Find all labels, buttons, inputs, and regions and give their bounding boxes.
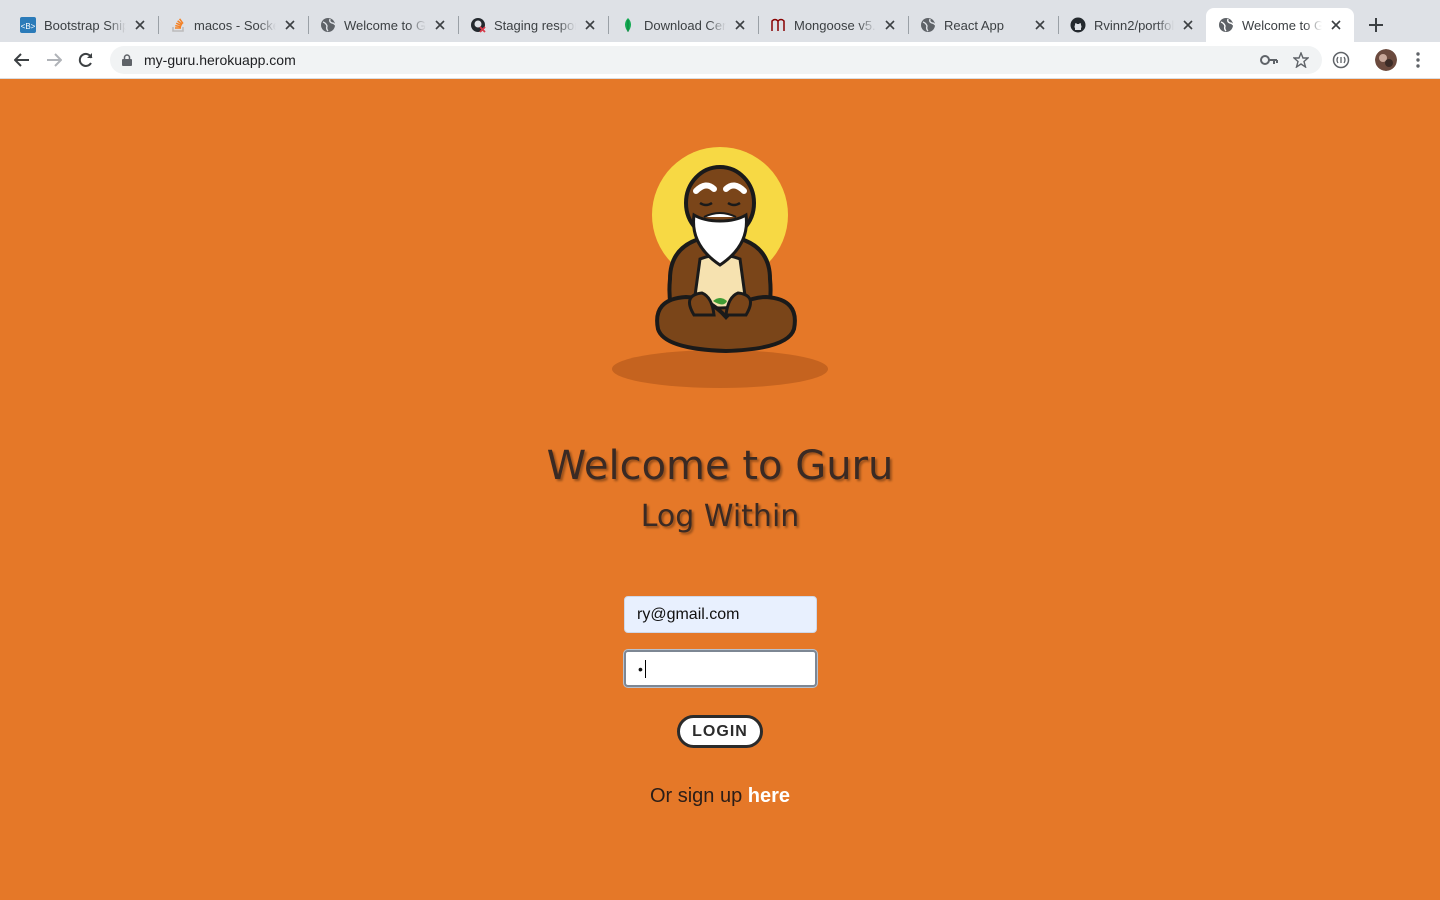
close-icon[interactable]	[882, 17, 898, 33]
signup-prefix: Or sign up	[649, 785, 748, 807]
tab-title: Download Center	[644, 17, 726, 33]
back-button[interactable]	[10, 48, 34, 72]
browser-toolbar: my-guru.herokuapp.com	[0, 42, 1440, 79]
tab-title: Mongoose v5.7	[794, 17, 876, 33]
extension-icon[interactable]	[1329, 48, 1353, 72]
mongoose-icon	[770, 17, 786, 33]
lock-icon	[120, 53, 134, 67]
tab-rvinn2-portfolio[interactable]: Rvinn2/portfolio	[1058, 8, 1206, 42]
reload-icon	[78, 52, 93, 67]
forward-button[interactable]	[42, 48, 66, 72]
email-field[interactable]: ry@gmail.com	[624, 596, 817, 633]
svg-text:<B>: <B>	[21, 22, 36, 31]
tab-title: Staging response	[494, 17, 576, 33]
bootstrap-icon: <B>	[20, 17, 36, 33]
tab-welcome-to-guru-active[interactable]: Welcome to Guru	[1206, 8, 1354, 42]
page-title: Welcome to Guru	[546, 443, 894, 489]
close-icon[interactable]	[132, 17, 148, 33]
github-error-icon	[470, 17, 486, 33]
page-content: Welcome to Guru Log Within ry@gmail.com …	[0, 79, 1440, 900]
address-bar[interactable]: my-guru.herokuapp.com	[110, 46, 1322, 74]
guru-logo	[600, 139, 840, 399]
page-subtitle: Log Within	[640, 499, 800, 534]
key-icon[interactable]	[1257, 48, 1281, 72]
tab-download-center[interactable]: Download Center	[608, 8, 758, 42]
close-icon[interactable]	[732, 17, 748, 33]
tab-bootstrap-snippets[interactable]: <B> Bootstrap Snippets	[8, 8, 158, 42]
menu-kebab-icon[interactable]	[1406, 48, 1430, 72]
tab-title: Welcome to Guru	[1242, 17, 1322, 33]
password-field[interactable]: •	[624, 650, 817, 687]
forward-arrow-icon	[47, 53, 62, 67]
close-icon[interactable]	[432, 17, 448, 33]
github-icon	[1070, 17, 1086, 33]
close-icon[interactable]	[1032, 17, 1048, 33]
profile-avatar[interactable]	[1375, 49, 1397, 71]
password-mask: •	[638, 660, 643, 677]
tab-title: Rvinn2/portfolio	[1094, 17, 1174, 33]
tab-strip: <B> Bootstrap Snippets macos - Socket We…	[0, 0, 1440, 42]
signup-link[interactable]: here	[748, 785, 790, 807]
new-tab-button[interactable]	[1364, 13, 1388, 37]
globe-icon	[320, 17, 336, 33]
reload-button[interactable]	[74, 48, 98, 72]
close-icon[interactable]	[582, 17, 598, 33]
tab-staging-response[interactable]: Staging response	[458, 8, 608, 42]
login-button[interactable]: LOGIN	[677, 715, 763, 748]
url-text: my-guru.herokuapp.com	[144, 52, 296, 68]
close-icon[interactable]	[1180, 17, 1196, 33]
globe-icon	[1218, 17, 1234, 33]
mongodb-leaf-icon	[620, 17, 636, 33]
tab-title: macos - Socket	[194, 17, 276, 33]
email-value: ry@gmail.com	[637, 605, 740, 623]
tab-macos-socket[interactable]: macos - Socket	[158, 8, 308, 42]
back-arrow-icon	[14, 53, 29, 67]
text-caret	[644, 659, 646, 678]
tab-welcome-to-guru[interactable]: Welcome to Guru	[308, 8, 458, 42]
bookmark-star-icon[interactable]	[1289, 48, 1313, 72]
tab-title: Welcome to Guru	[344, 17, 426, 33]
tab-react-app[interactable]: React App	[908, 8, 1058, 42]
signup-prompt: Or sign up here	[0, 785, 1440, 808]
tab-title: React App	[944, 17, 1004, 33]
close-icon[interactable]	[1328, 17, 1344, 33]
globe-icon	[920, 17, 936, 33]
tab-title: Bootstrap Snippets	[44, 17, 126, 33]
close-icon[interactable]	[282, 17, 298, 33]
stackoverflow-icon	[170, 17, 186, 33]
tab-mongoose[interactable]: Mongoose v5.7	[758, 8, 908, 42]
plus-icon	[1369, 18, 1383, 32]
